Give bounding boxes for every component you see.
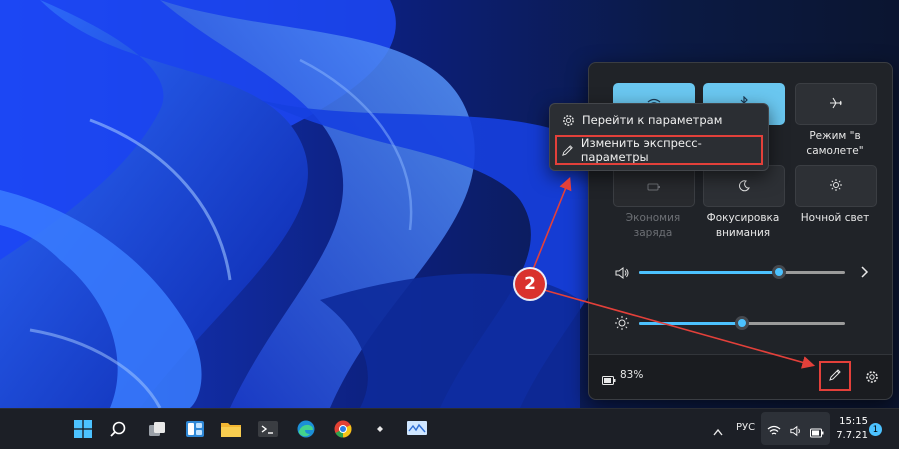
sun-icon: [614, 315, 630, 335]
start-icon[interactable]: [71, 417, 95, 441]
battery-saver-toggle: [613, 165, 695, 207]
battery-icon: [810, 423, 824, 442]
language-indicator[interactable]: РУС: [736, 422, 755, 433]
night-light-label: Ночной свет: [800, 212, 870, 224]
terminal-icon[interactable]: [256, 417, 280, 441]
step-badge: 2: [515, 269, 545, 299]
moon-icon: [738, 177, 750, 196]
brightness-slider-fill: [639, 322, 742, 325]
night-light-toggle[interactable]: [795, 165, 877, 207]
airplane-mode-toggle[interactable]: [795, 83, 877, 125]
edge-icon[interactable]: [294, 417, 318, 441]
airplane-icon: [829, 95, 843, 114]
clock-time: 15:15: [839, 416, 868, 427]
brightness-slider-thumb[interactable]: [735, 316, 749, 330]
edit-button-highlight: [819, 361, 851, 391]
clock-date: 7.7.21: [836, 430, 868, 441]
quick-settings-footer: 83%: [589, 354, 892, 399]
battery-icon: [602, 370, 616, 389]
speaker-icon[interactable]: [614, 265, 630, 284]
search-icon[interactable]: [106, 417, 130, 441]
menu-item-highlight: [555, 135, 763, 165]
notification-badge[interactable]: 1: [869, 423, 882, 436]
file-explorer-icon[interactable]: [219, 417, 243, 441]
volume-slider-thumb[interactable]: [772, 265, 787, 279]
menu-item-open-settings[interactable]: Перейти к параметрам: [554, 107, 762, 133]
gear-icon: [554, 114, 582, 127]
battery-saver-label: Экономия заряда: [625, 212, 681, 239]
volume-slider-fill: [639, 271, 780, 274]
app-icon[interactable]: [368, 417, 392, 441]
airplane-mode-label: Режим "в самолете": [806, 130, 864, 157]
chevron-up-icon[interactable]: [712, 422, 724, 441]
clock[interactable]: 15:15 7.7.21: [832, 415, 868, 443]
task-view-icon[interactable]: [145, 417, 169, 441]
monitor-app-icon[interactable]: [405, 417, 429, 441]
focus-assist-label: Фокусировка внимания: [706, 212, 780, 239]
focus-assist-toggle[interactable]: [703, 165, 785, 207]
context-menu: Перейти к параметрам Изменить экспресс-п…: [549, 103, 769, 171]
chrome-icon[interactable]: [331, 417, 355, 441]
speaker-icon: [789, 422, 803, 441]
quick-settings-tray-button[interactable]: [761, 412, 830, 445]
battery-saver-icon: [647, 177, 661, 196]
widgets-icon[interactable]: [183, 417, 207, 441]
battery-percentage: 83%: [620, 369, 644, 381]
menu-item-label: Перейти к параметрам: [582, 113, 723, 127]
wifi-icon: [767, 422, 781, 441]
taskbar: РУС 15:15 7.7.21 1: [0, 408, 899, 449]
brightness-icon: [829, 177, 843, 196]
chevron-right-icon[interactable]: [859, 264, 869, 283]
gear-icon[interactable]: [865, 369, 879, 388]
